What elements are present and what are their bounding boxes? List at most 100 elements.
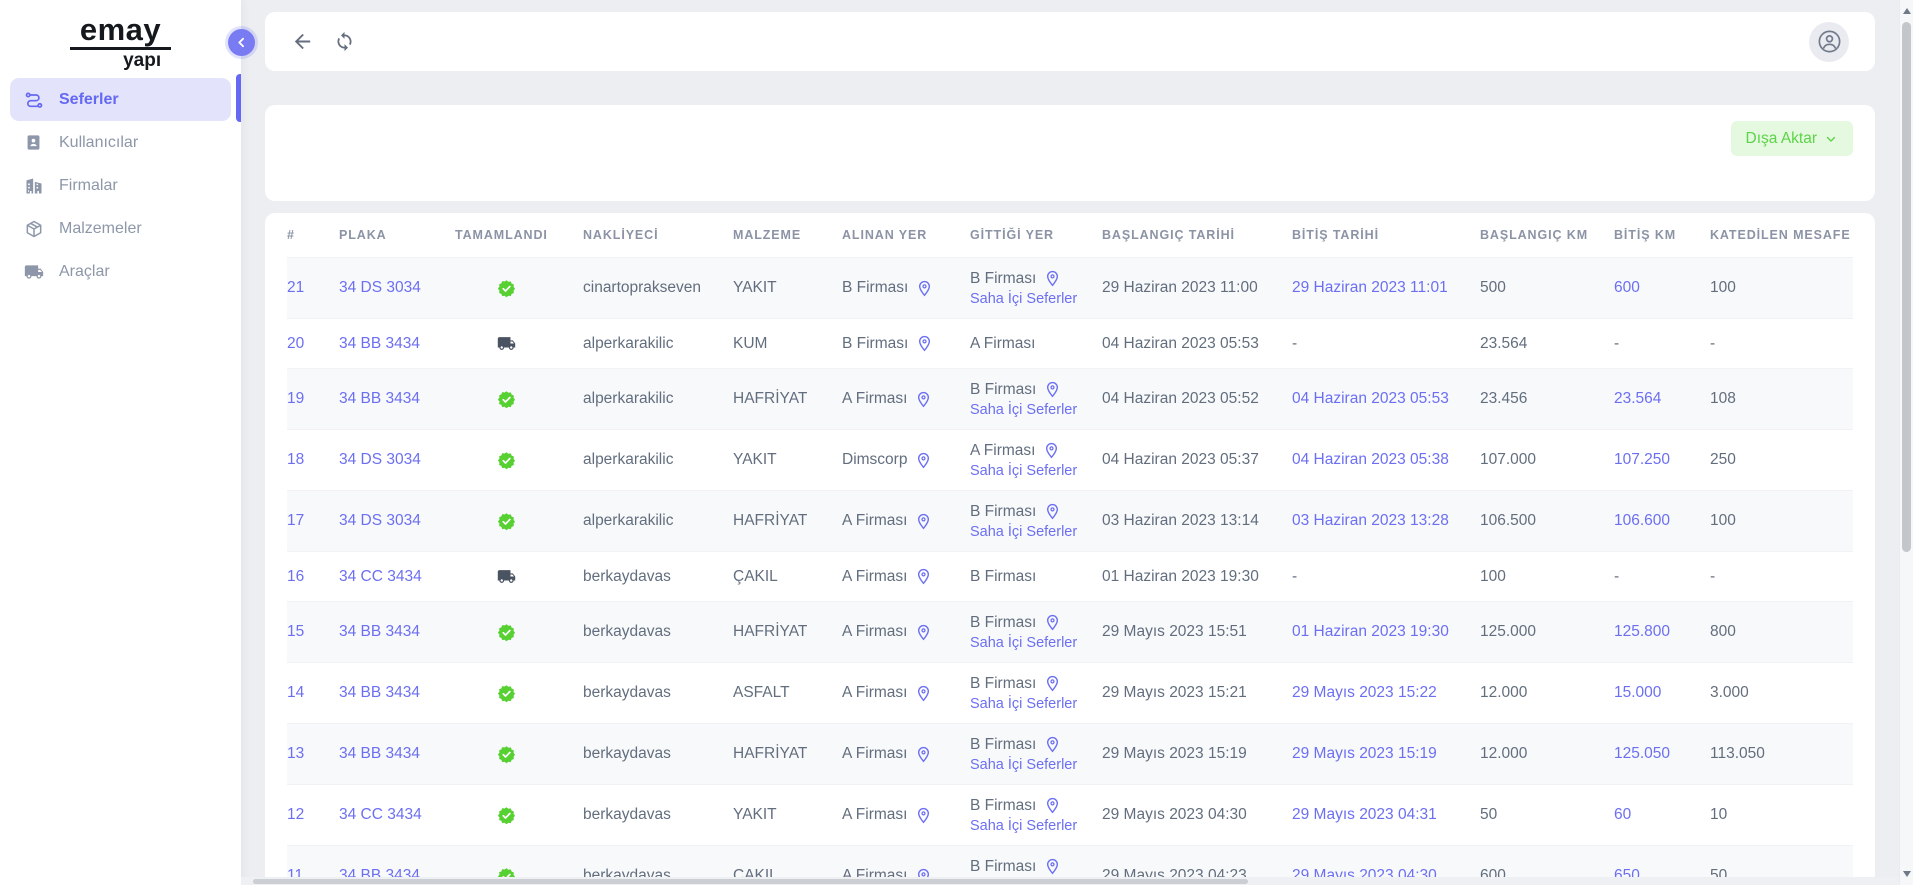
end-km-link[interactable]: 107.250 bbox=[1614, 451, 1670, 468]
start-km: 106.500 bbox=[1480, 512, 1614, 530]
horizontal-scrollbar[interactable] bbox=[241, 877, 1899, 885]
trip-number-link[interactable]: 15 bbox=[287, 623, 304, 640]
end-date-link[interactable]: 04 Haziran 2023 05:53 bbox=[1292, 390, 1449, 407]
covered-distance: 108 bbox=[1710, 390, 1853, 408]
origin-name: A Firması bbox=[842, 684, 907, 702]
sidebar-item-kullanicilar[interactable]: Kullanıcılar bbox=[10, 121, 231, 164]
trip-number-link[interactable]: 19 bbox=[287, 390, 304, 407]
material-name: HAFRİYAT bbox=[733, 745, 842, 763]
carrier-name: berkaydavas bbox=[583, 745, 733, 763]
refresh-button[interactable] bbox=[334, 31, 355, 52]
sidebar-item-araclar[interactable]: Araçlar bbox=[10, 250, 231, 293]
plate-link[interactable]: 34 DS 3034 bbox=[339, 451, 421, 468]
location-pin-icon bbox=[1044, 270, 1061, 287]
trip-number-link[interactable]: 11 bbox=[287, 867, 303, 877]
profile-button[interactable] bbox=[1809, 22, 1849, 62]
start-date: 01 Haziran 2023 19:30 bbox=[1102, 568, 1292, 586]
end-date-link[interactable]: 29 Mayıs 2023 15:22 bbox=[1292, 684, 1437, 701]
plate-link[interactable]: 34 DS 3034 bbox=[339, 279, 421, 296]
plate-link[interactable]: 34 BB 3434 bbox=[339, 745, 420, 762]
end-date-link[interactable]: 04 Haziran 2023 05:38 bbox=[1292, 451, 1449, 468]
end-date-link[interactable]: 29 Mayıs 2023 04:30 bbox=[1292, 867, 1437, 877]
export-button[interactable]: Dışa Aktar bbox=[1731, 121, 1854, 156]
end-date-link[interactable]: 29 Mayıs 2023 15:19 bbox=[1292, 745, 1437, 762]
sidebar-item-seferler[interactable]: Seferler bbox=[10, 78, 231, 121]
table-row: 1534 BB 3434berkaydavasHAFRİYATA Firması… bbox=[287, 601, 1853, 662]
table-row: 1934 BB 3434alperkarakilicHAFRİYATA Firm… bbox=[287, 368, 1853, 429]
location-pin-icon bbox=[915, 624, 932, 641]
saha-ici-seferler-link[interactable]: Saha İçi Seferler bbox=[970, 402, 1102, 418]
plate-link[interactable]: 34 BB 3434 bbox=[339, 684, 420, 701]
end-km-link[interactable]: 15.000 bbox=[1614, 684, 1661, 701]
saha-ici-seferler-link[interactable]: Saha İçi Seferler bbox=[970, 463, 1102, 479]
completed-check-icon bbox=[497, 867, 516, 878]
saha-ici-seferler-link[interactable]: Saha İçi Seferler bbox=[970, 291, 1102, 307]
plate-link[interactable]: 34 BB 3434 bbox=[339, 390, 420, 407]
end-date-link[interactable]: 29 Mayıs 2023 04:31 bbox=[1292, 806, 1437, 823]
plate-link[interactable]: 34 CC 3434 bbox=[339, 806, 422, 823]
destination-name: B Firması bbox=[970, 503, 1036, 521]
carrier-name: alperkarakilic bbox=[583, 335, 733, 353]
carrier-name: alperkarakilic bbox=[583, 390, 733, 408]
column-header: BAŞLANGIÇ KM bbox=[1480, 228, 1614, 242]
end-km-link[interactable]: 60 bbox=[1614, 806, 1631, 823]
location-pin-icon bbox=[1044, 858, 1061, 875]
trip-number-link[interactable]: 18 bbox=[287, 451, 304, 468]
table-row: 2134 DS 3034cinartopraksevenYAKITB Firma… bbox=[287, 257, 1853, 318]
trip-number-link[interactable]: 21 bbox=[287, 279, 304, 296]
carrier-name: berkaydavas bbox=[583, 684, 733, 702]
location-pin-icon bbox=[915, 391, 932, 408]
saha-ici-seferler-link[interactable]: Saha İçi Seferler bbox=[970, 635, 1102, 651]
end-date-link[interactable]: 03 Haziran 2023 13:28 bbox=[1292, 512, 1449, 529]
plate-link[interactable]: 34 DS 3034 bbox=[339, 512, 421, 529]
end-km: - bbox=[1614, 568, 1710, 586]
completed-check-icon bbox=[497, 684, 516, 703]
end-km-link[interactable]: 106.600 bbox=[1614, 512, 1670, 529]
sidebar-collapse-button[interactable] bbox=[228, 29, 255, 56]
end-km-link[interactable]: 650 bbox=[1614, 867, 1640, 877]
covered-distance: 113.050 bbox=[1710, 745, 1853, 763]
trip-number-link[interactable]: 16 bbox=[287, 568, 304, 585]
plate-link[interactable]: 34 BB 3434 bbox=[339, 623, 420, 640]
trip-number-link[interactable]: 17 bbox=[287, 512, 304, 529]
trip-number-link[interactable]: 13 bbox=[287, 745, 304, 762]
trip-number-link[interactable]: 20 bbox=[287, 335, 304, 352]
scroll-up-arrow-icon[interactable] bbox=[1903, 8, 1911, 14]
end-km-link[interactable]: 125.800 bbox=[1614, 623, 1670, 640]
sidebar-item-malzemeler[interactable]: Malzemeler bbox=[10, 207, 231, 250]
saha-ici-seferler-link[interactable]: Saha İçi Seferler bbox=[970, 757, 1102, 773]
sidebar: emay yapı Seferler Kullanıcılar Firmalar… bbox=[0, 0, 241, 885]
end-km-link[interactable]: 23.564 bbox=[1614, 390, 1661, 407]
end-km-link[interactable]: 600 bbox=[1614, 279, 1640, 296]
scroll-down-arrow-icon[interactable] bbox=[1903, 871, 1911, 877]
completed-check-icon bbox=[497, 512, 516, 531]
sidebar-item-firmalar[interactable]: Firmalar bbox=[10, 164, 231, 207]
saha-ici-seferler-link[interactable]: Saha İçi Seferler bbox=[970, 818, 1102, 834]
end-km-link[interactable]: 125.050 bbox=[1614, 745, 1670, 762]
end-date-link[interactable]: 01 Haziran 2023 19:30 bbox=[1292, 623, 1449, 640]
saha-ici-seferler-link[interactable]: Saha İçi Seferler bbox=[970, 696, 1102, 712]
back-button[interactable] bbox=[291, 30, 314, 53]
trip-number-link[interactable]: 12 bbox=[287, 806, 304, 823]
table-row: 1734 DS 3034alperkarakilicHAFRİYATA Firm… bbox=[287, 490, 1853, 551]
plate-link[interactable]: 34 BB 3434 bbox=[339, 335, 420, 352]
end-date-link[interactable]: 29 Haziran 2023 11:01 bbox=[1292, 279, 1448, 296]
trip-number-link[interactable]: 14 bbox=[287, 684, 304, 701]
plate-link[interactable]: 34 CC 3434 bbox=[339, 568, 422, 585]
plate-link[interactable]: 34 BB 3434 bbox=[339, 867, 420, 877]
covered-distance: 10 bbox=[1710, 806, 1853, 824]
carrier-name: berkaydavas bbox=[583, 867, 733, 877]
location-pin-icon bbox=[1044, 736, 1061, 753]
sidebar-item-label: Araçlar bbox=[59, 263, 110, 281]
location-pin-icon bbox=[1044, 503, 1061, 520]
location-pin-icon bbox=[1043, 442, 1060, 459]
in-progress-truck-icon bbox=[497, 334, 516, 353]
vertical-scrollbar-thumb[interactable] bbox=[1902, 22, 1911, 552]
saha-ici-seferler-link[interactable]: Saha İçi Seferler bbox=[970, 524, 1102, 540]
chevron-down-icon bbox=[1824, 132, 1838, 146]
column-header: # bbox=[287, 228, 339, 242]
material-name: HAFRİYAT bbox=[733, 623, 842, 641]
vertical-scrollbar[interactable] bbox=[1899, 0, 1913, 885]
horizontal-scrollbar-thumb[interactable] bbox=[253, 879, 1248, 884]
location-pin-icon bbox=[915, 868, 932, 878]
